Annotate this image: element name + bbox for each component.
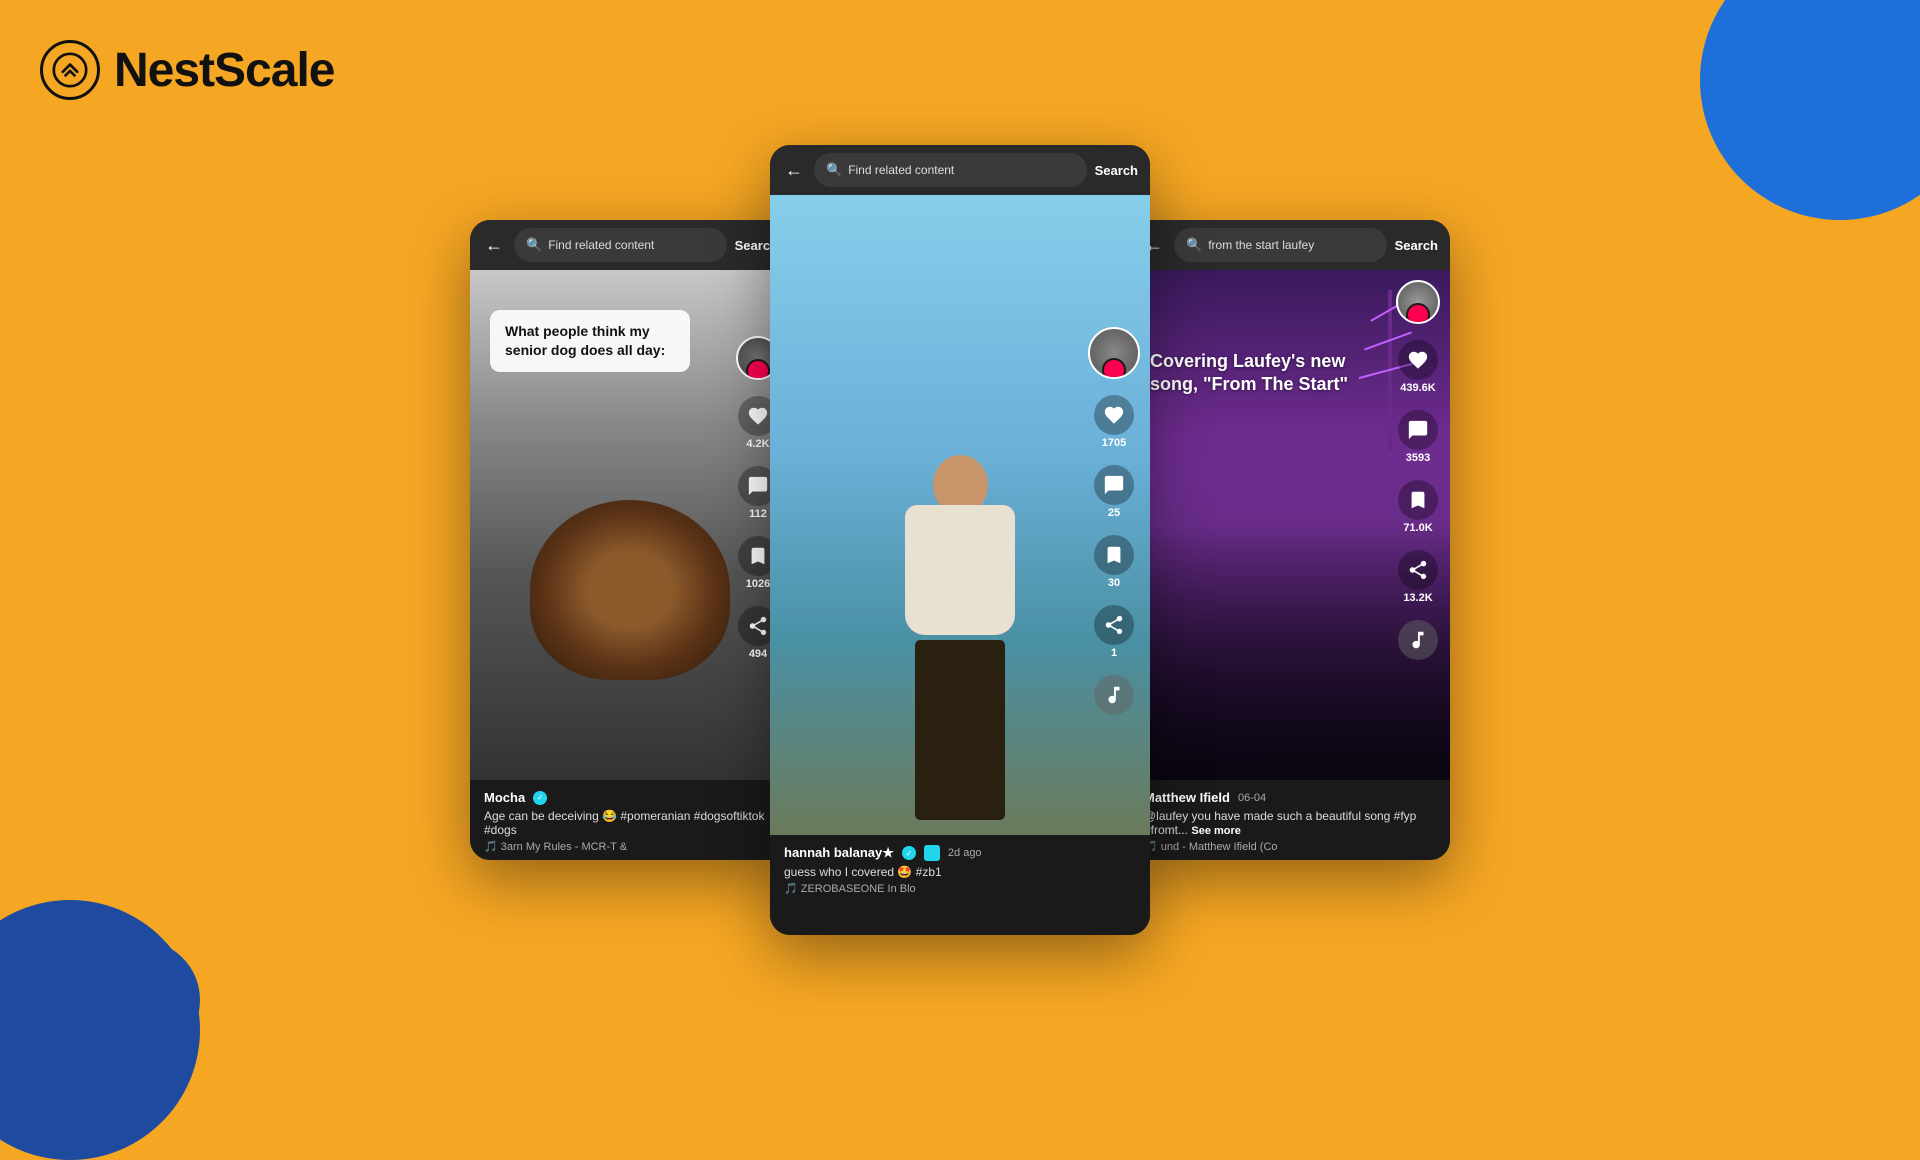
- comment-count-right: 3593: [1406, 452, 1430, 464]
- dog-overlay: [530, 500, 730, 680]
- video-area-left: What people think my senior dog does all…: [470, 270, 790, 780]
- like-count-right: 439.6K: [1400, 382, 1435, 394]
- heart-icon-center: [1094, 395, 1134, 435]
- phone-bottom-center: hannah balanay★ ✓ 2d ago guess who I cov…: [770, 835, 1150, 935]
- share-item-center[interactable]: 1: [1094, 605, 1134, 659]
- bookmark-icon-right: [1398, 480, 1438, 520]
- phone-left-header: ← 🔍 Find related content Search: [470, 220, 790, 270]
- verified-badge-left: ✓: [533, 791, 547, 805]
- share-icon-center: [1094, 605, 1134, 645]
- username-center: hannah balanay★: [784, 845, 894, 861]
- avatar-item-right: +: [1396, 280, 1440, 324]
- search-icon-right: 🔍: [1186, 237, 1202, 253]
- music-center: 🎵 ZEROBASEONE In Blo: [784, 882, 1136, 895]
- search-bar-right[interactable]: 🔍 from the start laufey: [1174, 228, 1387, 262]
- bookmark-item-center[interactable]: 30: [1094, 535, 1134, 589]
- like-item-right[interactable]: 439.6K: [1398, 340, 1438, 394]
- timestamp-center: 2d ago: [948, 847, 982, 859]
- search-bar-center[interactable]: 🔍 Find related content: [814, 153, 1087, 187]
- phones-container: ← 🔍 Find related content Search What peo…: [0, 0, 1920, 1080]
- caption-box-right: Covering Laufey's new song, "From The St…: [1150, 350, 1370, 397]
- person-shirt: [905, 505, 1015, 635]
- share-item-right[interactable]: 13.2K: [1398, 550, 1438, 604]
- avatar-center: +: [1088, 327, 1140, 379]
- video-caption-right: @laufey you have made such a beautiful s…: [1144, 809, 1436, 837]
- bookmark-icon-center: [1094, 535, 1134, 575]
- bookmark-item-right[interactable]: 71.0K: [1398, 480, 1438, 534]
- sound-item-right[interactable]: [1398, 620, 1438, 660]
- bookmark-count-right: 71.0K: [1403, 522, 1432, 534]
- like-count-left: 4.2K: [746, 438, 769, 450]
- interaction-sidebar-right: + 439.6K 3593: [1396, 280, 1440, 660]
- share-icon-right: [1398, 550, 1438, 590]
- share-count-center: 1: [1111, 647, 1117, 659]
- video-caption-center: guess who I covered 🤩 #zb1: [784, 865, 1136, 879]
- verified-badge-center: ✓: [902, 846, 916, 860]
- like-item-center[interactable]: 1705: [1094, 395, 1134, 449]
- phone-right: ← 🔍 from the start laufey Search: [1130, 220, 1450, 860]
- search-icon-center: 🔍: [826, 162, 842, 178]
- comment-count-center: 25: [1108, 507, 1120, 519]
- music-right: 🎵 und - Matthew Ifield (Co: [1144, 840, 1436, 853]
- caption-text-right: Covering Laufey's new song, "From The St…: [1150, 351, 1348, 394]
- bookmark-count-left: 1026: [746, 578, 770, 590]
- username-right: Matthew Ifield: [1144, 790, 1230, 805]
- caption-text-left: What people think my senior dog does all…: [505, 323, 665, 358]
- comment-count-left: 112: [749, 508, 767, 520]
- search-query-right: from the start laufey: [1208, 238, 1374, 252]
- phone-center: ← 🔍 Find related content Search: [770, 145, 1150, 935]
- follow-plus-center[interactable]: +: [1105, 365, 1123, 379]
- search-bar-left[interactable]: 🔍 Find related content: [514, 228, 727, 262]
- search-query-center: Find related content: [848, 163, 1074, 177]
- video-area-center: + 1705 25: [770, 195, 1150, 835]
- comment-icon-right: [1398, 410, 1438, 450]
- avatar-item-center: +: [1088, 327, 1140, 379]
- caption-box-left: What people think my senior dog does all…: [490, 310, 690, 372]
- phone-right-header: ← 🔍 from the start laufey Search: [1130, 220, 1450, 270]
- user-info-left: Mocha ✓: [484, 790, 776, 805]
- back-button-center[interactable]: ←: [782, 160, 806, 181]
- follow-plus-left[interactable]: +: [749, 366, 767, 380]
- share-count-left: 494: [749, 648, 767, 660]
- video-caption-left: Age can be deceiving 😂 #pomeranian #dogs…: [484, 809, 776, 837]
- diamond-badge: [924, 845, 940, 861]
- comment-icon-center: [1094, 465, 1134, 505]
- interaction-sidebar-center: + 1705 25: [1088, 327, 1140, 715]
- comment-item-center[interactable]: 25: [1094, 465, 1134, 519]
- username-left: Mocha: [484, 790, 525, 805]
- search-query-left: Find related content: [548, 238, 714, 252]
- see-more-right[interactable]: See more: [1191, 825, 1241, 837]
- phone-left: ← 🔍 Find related content Search What peo…: [470, 220, 790, 860]
- bookmark-count-center: 30: [1108, 577, 1120, 589]
- phone-center-header: ← 🔍 Find related content Search: [770, 145, 1150, 195]
- sound-item-center[interactable]: [1094, 675, 1134, 715]
- sound-icon-center: [1094, 675, 1134, 715]
- user-info-center: hannah balanay★ ✓ 2d ago: [784, 845, 1136, 861]
- user-info-right: Matthew Ifield 06-04: [1144, 790, 1436, 805]
- sound-icon-right: [1398, 620, 1438, 660]
- phone-bottom-left: Mocha ✓ Age can be deceiving 😂 #pomerani…: [470, 780, 790, 860]
- follow-plus-right[interactable]: +: [1409, 310, 1427, 324]
- timestamp-right: 06-04: [1238, 792, 1266, 804]
- heart-icon-right: [1398, 340, 1438, 380]
- music-left: 🎵 3arn My Rules - MCR-T &: [484, 840, 776, 853]
- avatar-right: +: [1396, 280, 1440, 324]
- like-count-center: 1705: [1102, 437, 1126, 449]
- video-area-right: Covering Laufey's new song, "From The St…: [1130, 270, 1450, 780]
- back-button-left[interactable]: ←: [482, 235, 506, 256]
- phone-bottom-right: Matthew Ifield 06-04 @laufey you have ma…: [1130, 780, 1450, 860]
- search-icon-left: 🔍: [526, 237, 542, 253]
- search-button-center[interactable]: Search: [1095, 163, 1138, 178]
- search-button-right[interactable]: Search: [1395, 238, 1438, 253]
- comment-item-right[interactable]: 3593: [1398, 410, 1438, 464]
- share-count-right: 13.2K: [1403, 592, 1432, 604]
